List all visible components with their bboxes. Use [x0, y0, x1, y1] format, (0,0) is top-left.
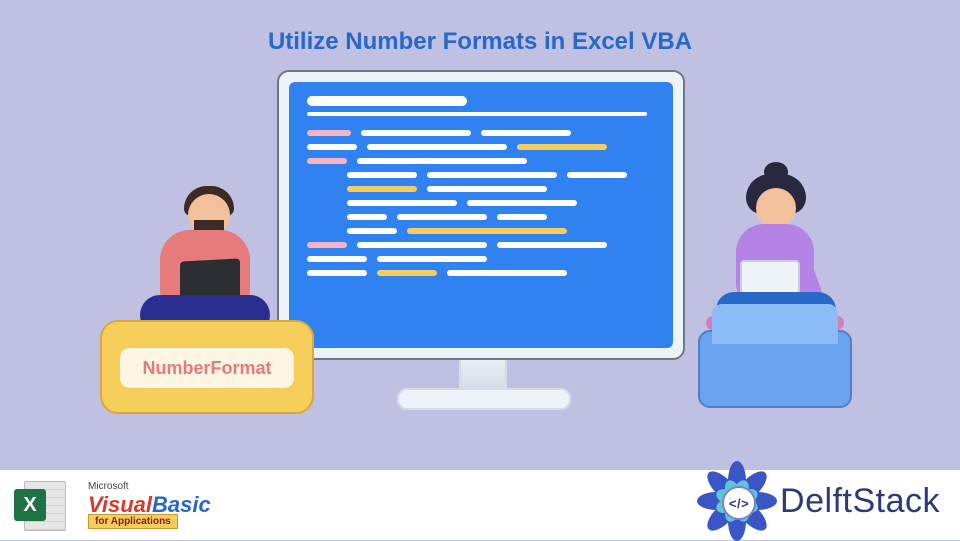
page-title: Utilize Number Formats in Excel VBA	[0, 28, 960, 56]
code-line	[347, 228, 655, 234]
excel-icon: X	[14, 479, 66, 531]
code-headerbar	[307, 96, 467, 106]
monitor-stand-neck	[459, 360, 507, 390]
delftstack-code-icon: </>	[722, 486, 756, 520]
monitor-illustration	[277, 70, 685, 400]
visual-basic-logo: Microsoft VisualBasic for Applications	[88, 482, 211, 527]
code-line	[307, 158, 655, 164]
code-line	[307, 130, 655, 136]
code-line	[347, 214, 655, 220]
code-line	[307, 270, 655, 276]
code-line	[307, 242, 655, 248]
code-line	[347, 200, 655, 206]
vb-for-applications: for Applications	[88, 514, 178, 529]
code-line	[347, 172, 655, 178]
blue-block	[698, 330, 852, 408]
excel-badge: X	[14, 489, 46, 521]
code-editor-screen	[289, 82, 673, 348]
monitor-frame	[277, 70, 685, 360]
delftstack-logo: </> DelftStack	[704, 468, 940, 534]
person-left: NumberFormat	[100, 190, 290, 410]
code-line	[307, 256, 655, 262]
code-line	[347, 186, 655, 192]
footer-bar: X Microsoft VisualBasic for Applications	[0, 470, 960, 540]
numberformat-label: NumberFormat	[120, 348, 294, 388]
label-block: NumberFormat	[100, 320, 314, 414]
code-line	[307, 144, 655, 150]
delftstack-mandala-icon: </>	[704, 468, 770, 534]
person-right	[688, 180, 888, 410]
head	[756, 188, 796, 228]
monitor-stand-base	[397, 388, 571, 410]
code-headerline	[307, 112, 647, 116]
delftstack-name: DelftStack	[780, 482, 940, 521]
